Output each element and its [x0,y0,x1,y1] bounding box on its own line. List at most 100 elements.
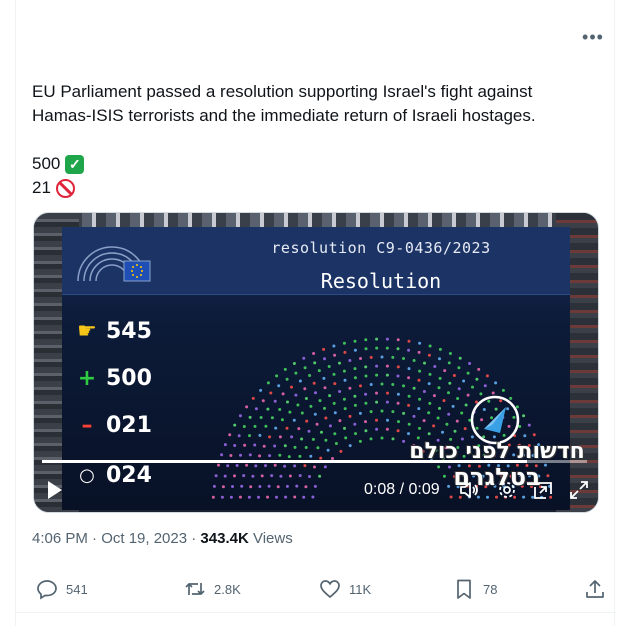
video-progress-fill [42,460,528,463]
seat-dot [283,464,287,468]
seat-dot [229,454,233,457]
reply-count: 541 [66,581,88,597]
share-button[interactable] [584,578,606,600]
settings-gear-icon[interactable] [496,479,518,501]
seat-dot [298,454,302,458]
seat-dot [266,407,270,411]
seat-dot [354,432,357,436]
seat-dot [348,444,352,448]
seat-dot [237,434,241,438]
seat-dot [468,362,472,365]
seat-dot [285,377,289,381]
seat-dot [281,392,285,396]
seat-dot [501,388,505,392]
seat-dot [485,374,489,378]
seat-dot [483,384,487,388]
bookmark-button[interactable]: 78 [453,578,497,600]
seat-dot [308,374,312,377]
seat-dot [333,432,337,436]
seat-dot [438,357,441,361]
seat-dot [369,437,373,441]
seat-dot [333,353,337,357]
seat-dot [316,446,320,450]
seat-dot [270,416,274,420]
vote-display-screen: resolution C9-0436/2023 Resolution ☛ 545… [62,227,585,510]
seat-dot [348,359,352,362]
seat-dot [423,361,426,365]
seat-dot [258,433,262,437]
seat-dot [233,444,237,447]
seat-dot [348,386,352,390]
seat-dot [343,350,347,354]
more-options-icon[interactable]: ••• [581,28,605,50]
seat-dot [438,376,442,380]
picture-in-picture-icon[interactable] [532,479,554,501]
seat-dot [323,406,326,410]
seat-dot [245,405,249,409]
seat-dot [375,427,379,431]
volume-icon[interactable] [458,479,480,501]
seat-dot [292,362,296,365]
video-controls: 0:08 / 0:09 [34,473,598,509]
reply-button[interactable]: 541 [36,578,88,600]
seat-dot [320,430,323,434]
seat-dot [294,393,298,397]
seat-dot [293,445,297,449]
resolution-code: resolution C9-0436/2023 [271,239,491,257]
seat-dot [287,455,291,459]
video-player[interactable]: resolution C9-0436/2023 Resolution ☛ 545… [33,212,599,513]
post-timestamp[interactable]: 4:06 PM · Oct 19, 2023 · [32,530,200,547]
seat-dot [353,348,357,352]
seat-dot [239,453,242,457]
seat-dot [385,373,389,377]
seat-dot [324,438,328,442]
bookmark-icon [457,579,471,599]
seat-dot [296,403,300,407]
seat-dot [303,387,307,391]
seat-dot [422,390,426,393]
seat-dot [364,429,368,433]
seat-dot [245,463,249,467]
seat-dot [402,357,405,360]
repost-icon [185,583,205,595]
seat-dot [259,416,263,419]
seat-dot [323,465,327,469]
seat-dot [428,344,432,348]
seat-dot [343,407,347,411]
seat-dot [248,434,251,438]
vote-total-row: ☛ 545 [76,319,152,344]
seat-dot [407,367,411,371]
seat-dot [396,429,400,433]
seat-dot [262,444,266,448]
seat-dot [369,355,373,359]
seat-dot [238,414,242,418]
fullscreen-icon[interactable] [568,479,590,501]
seat-dot [375,337,379,341]
seat-dot [359,357,362,360]
seat-dot [348,414,352,418]
seat-dot [311,437,315,441]
repost-button[interactable]: 2.8K [184,578,241,600]
seat-dot [338,390,342,393]
like-button[interactable]: 11K [319,578,371,600]
seat-dot [283,444,287,448]
seat-dot [274,426,278,430]
seat-dot [443,369,447,373]
seat-dot [380,382,384,386]
seat-dot [285,426,289,430]
share-icon [586,580,604,598]
seat-dot [309,404,313,408]
hand-icon: ☛ [77,319,97,344]
seat-dot [358,439,362,443]
seat-dot [448,352,452,355]
video-progress-bar[interactable] [42,460,587,463]
seat-dot [385,400,389,404]
seat-dot [427,382,431,386]
seat-dot [417,378,421,382]
play-icon[interactable] [48,481,62,499]
seat-dot [343,426,346,430]
vote-for-row: + 500 [76,366,152,391]
seat-dot [369,383,373,386]
seat-dot [375,346,379,350]
seat-dot [418,341,422,345]
